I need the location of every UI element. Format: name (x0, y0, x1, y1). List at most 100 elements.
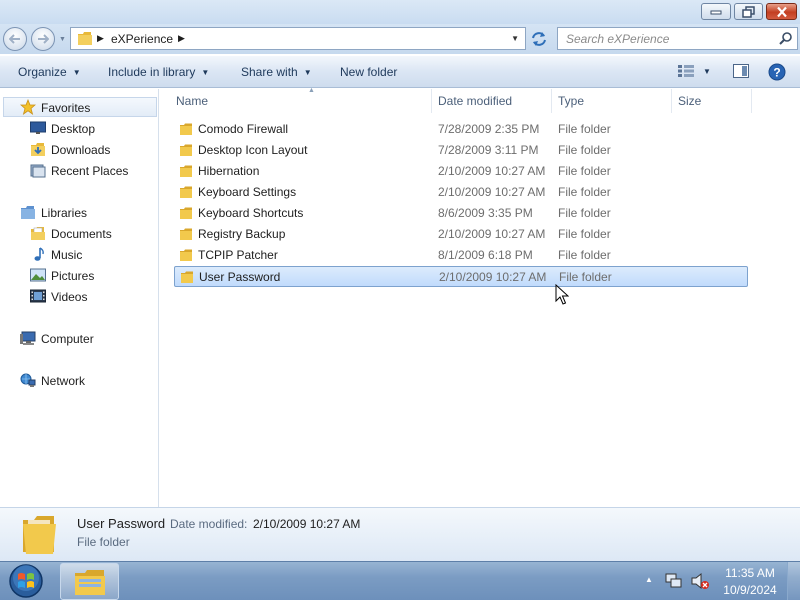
file-row[interactable]: Comodo Firewall 7/28/2009 2:35 PM File f… (174, 119, 748, 140)
organize-menu[interactable]: Organize ▼ (18, 65, 81, 79)
volume-muted-icon[interactable] (690, 572, 710, 590)
file-row[interactable]: TCPIP Patcher 8/1/2009 6:18 PM File fold… (174, 245, 748, 266)
details-type: File folder (77, 535, 130, 549)
column-header-name[interactable]: Name ▲ (170, 87, 432, 113)
share-label: Share with (241, 65, 298, 79)
back-button[interactable] (3, 27, 27, 51)
videos-icon (30, 289, 46, 303)
file-list: Name ▲ Date modified Type Size Comodo Fi… (160, 87, 800, 507)
column-header-date-modified[interactable]: Date modified (432, 89, 552, 113)
file-date: 7/28/2009 2:35 PM (438, 122, 540, 136)
music-icon (34, 247, 44, 261)
column-header-size[interactable]: Size (672, 89, 752, 113)
clock-time[interactable]: 11:35 AM (724, 566, 776, 580)
show-hidden-icons-icon[interactable]: ▲ (645, 575, 653, 584)
file-date: 8/6/2009 3:35 PM (438, 206, 533, 220)
file-name: Comodo Firewall (198, 122, 289, 136)
network-tray-icon[interactable] (665, 573, 683, 589)
folder-icon (180, 186, 192, 198)
folder-icon (180, 144, 192, 156)
file-type: File folder (558, 185, 611, 199)
nav-label: Pictures (51, 269, 95, 283)
file-date: 7/28/2009 3:11 PM (438, 143, 539, 157)
view-dropdown-icon[interactable]: ▼ (703, 67, 711, 76)
view-options-icon[interactable] (678, 65, 694, 77)
start-button[interactable] (6, 563, 46, 600)
minimize-icon (710, 10, 722, 14)
new-folder-button[interactable]: New folder (340, 65, 397, 79)
file-row[interactable]: Hibernation 2/10/2009 10:27 AM File fold… (174, 161, 748, 182)
search-icon[interactable] (779, 31, 793, 46)
file-name: Keyboard Shortcuts (198, 206, 304, 220)
navigation-pane: Favorites Desktop Downloads Recent Place… (0, 89, 159, 507)
folder-icon (180, 249, 192, 261)
desktop-icon (30, 121, 46, 134)
address-dropdown-icon[interactable]: ▼ (511, 34, 519, 43)
details-pane: User Password Date modified: 2/10/2009 1… (0, 507, 800, 561)
file-row[interactable]: Keyboard Shortcuts 8/6/2009 3:35 PM File… (174, 203, 748, 224)
large-folder-icon (23, 516, 56, 554)
close-button[interactable] (766, 3, 797, 20)
preview-pane-icon[interactable] (733, 64, 749, 78)
nav-label: Desktop (51, 122, 96, 136)
file-date: 2/10/2009 10:27 AM (438, 227, 546, 241)
breadcrumb-arrow-icon[interactable]: ▶ (97, 33, 104, 44)
file-name: Desktop Icon Layout (198, 143, 308, 157)
close-icon (776, 6, 787, 17)
address-bar[interactable]: ▶ eXPerience ▶ ▼ (70, 27, 526, 50)
documents-icon (31, 227, 45, 240)
nav-label: Downloads (51, 143, 111, 157)
file-row-selected[interactable]: User Password 2/10/2009 10:27 AM File fo… (174, 266, 748, 287)
share-with-menu[interactable]: Share with ▼ (241, 65, 312, 79)
pictures-icon (30, 268, 46, 282)
command-bar: Organize ▼ Include in library ▼ Share with… (0, 56, 800, 88)
mouse-cursor-icon (555, 284, 569, 305)
nav-label: Videos (51, 290, 88, 304)
folder-icon (180, 207, 192, 219)
forward-button[interactable] (31, 27, 55, 51)
file-date: 2/10/2009 10:27 AM (439, 270, 547, 284)
file-row[interactable]: Desktop Icon Layout 7/28/2009 3:11 PM Fi… (174, 140, 748, 161)
column-label: Name (176, 94, 209, 108)
chevron-down-icon: ▼ (303, 68, 312, 77)
restore-icon (741, 5, 755, 18)
file-type: File folder (559, 270, 612, 284)
file-name: TCPIP Patcher (198, 248, 278, 262)
organize-label: Organize (18, 65, 67, 79)
downloads-icon (31, 143, 45, 156)
svg-text:?: ? (773, 66, 780, 80)
file-name: Keyboard Settings (198, 185, 297, 199)
details-name: User Password (77, 516, 166, 531)
file-type: File folder (558, 143, 611, 157)
maximize-button[interactable] (734, 3, 763, 20)
file-type: File folder (558, 227, 611, 241)
minimize-button[interactable] (701, 3, 731, 20)
back-arrow-icon (9, 34, 20, 44)
details-date-value: 2/10/2009 10:27 AM (253, 517, 361, 531)
help-icon[interactable]: ? (768, 63, 786, 81)
refresh-button[interactable] (528, 28, 550, 50)
file-date: 2/10/2009 10:27 AM (438, 164, 546, 178)
column-header-type[interactable]: Type (552, 89, 672, 113)
file-type: File folder (558, 248, 611, 262)
libraries-icon (21, 206, 35, 219)
explorer-folder-icon (75, 570, 105, 595)
taskbar-explorer-button[interactable] (60, 563, 119, 600)
sort-indicator-icon: ▲ (308, 87, 315, 94)
show-desktop-button[interactable] (787, 562, 800, 600)
include-label: Include in library (108, 65, 196, 79)
column-label: Size (678, 94, 702, 108)
nav-label: Recent Places (51, 164, 129, 178)
include-in-library-menu[interactable]: Include in library ▼ (108, 65, 209, 79)
nav-label: Libraries (41, 206, 88, 220)
clock-date[interactable]: 10/9/2024 (722, 583, 778, 597)
breadcrumb-experience[interactable]: eXPerience (111, 32, 173, 46)
recent-pages-dropdown[interactable]: ▼ (59, 36, 66, 43)
title-bar (0, 0, 800, 24)
file-row[interactable]: Keyboard Settings 2/10/2009 10:27 AM Fil… (174, 182, 748, 203)
folder-icon (78, 32, 92, 45)
breadcrumb-arrow-icon[interactable]: ▶ (178, 33, 185, 44)
search-input[interactable] (566, 32, 771, 46)
file-row[interactable]: Registry Backup 2/10/2009 10:27 AM File … (174, 224, 748, 245)
search-box[interactable] (557, 27, 798, 50)
